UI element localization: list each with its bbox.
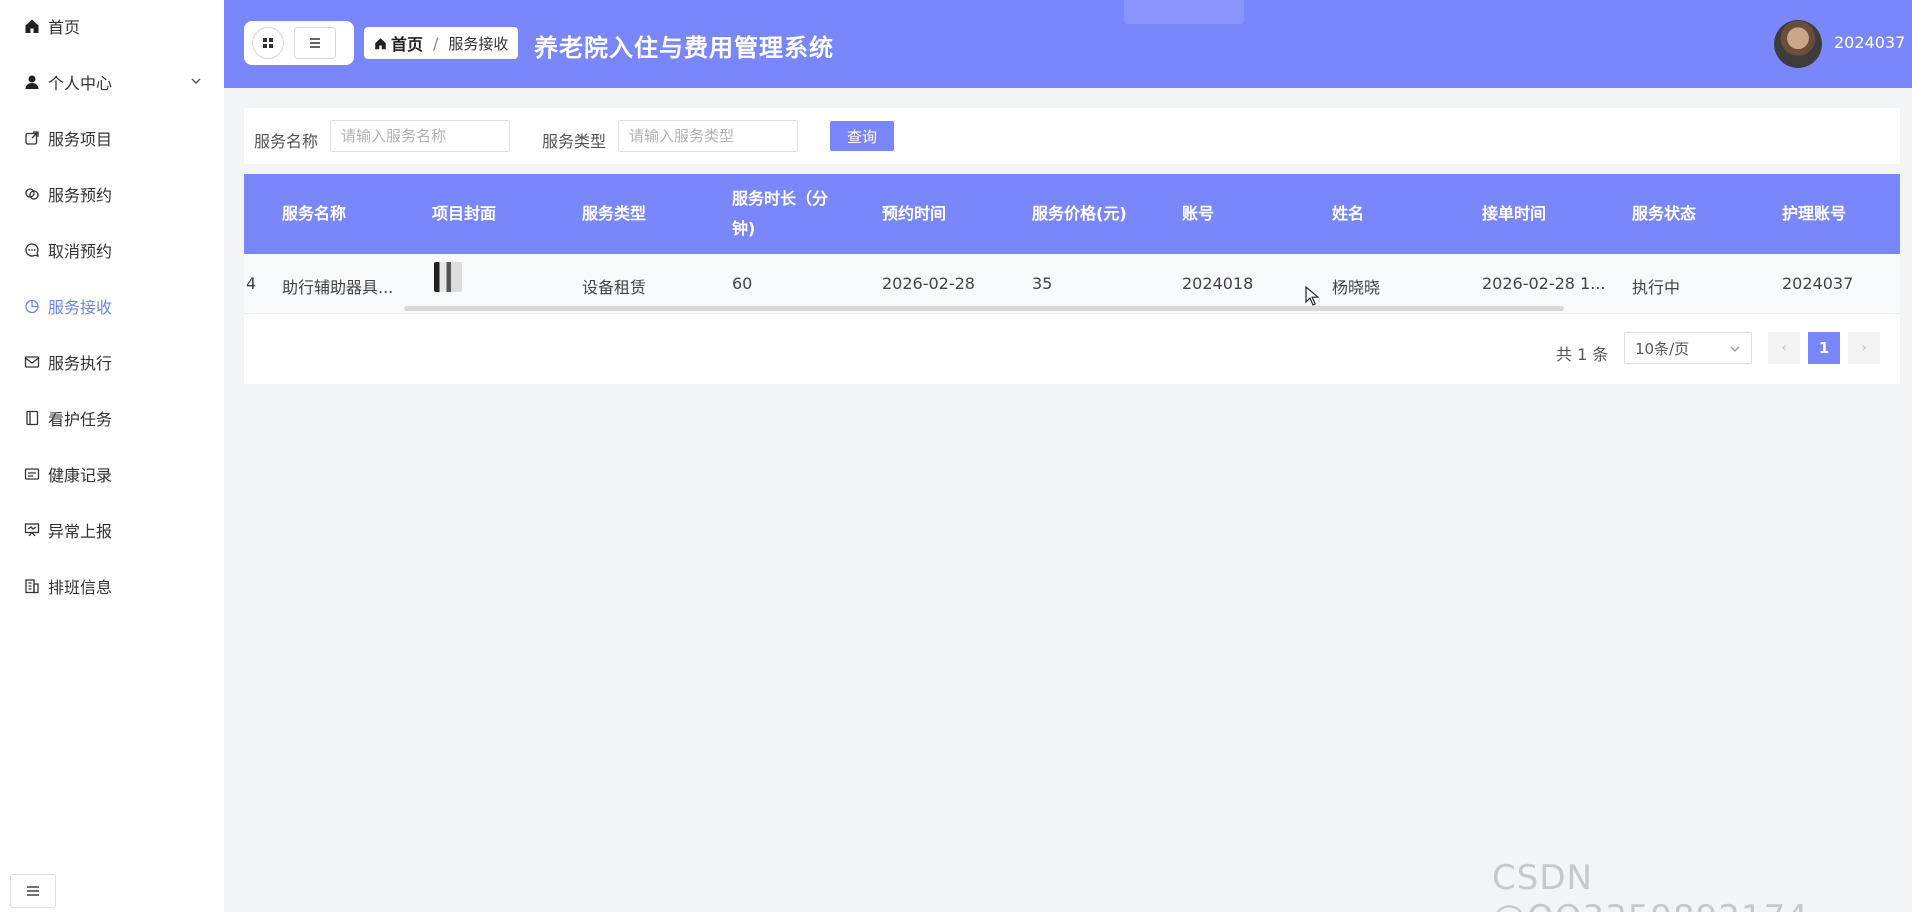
table-header: 服务名称 项目封面 服务类型 服务时长（分钟) 预约时间 服务价格(元) 账号 … bbox=[244, 174, 1900, 254]
column-header-cover: 项目封面 bbox=[432, 204, 497, 223]
cover-thumbnail[interactable] bbox=[434, 262, 462, 292]
breadcrumb-separator: / bbox=[433, 33, 439, 53]
service-type-label: 服务类型 bbox=[542, 132, 607, 151]
sidebar-item-label: 服务接收 bbox=[48, 298, 113, 317]
sidebar-item-label: 排班信息 bbox=[48, 578, 113, 597]
sidebar-item-service-receive[interactable]: 服务接收 bbox=[0, 286, 224, 326]
row-index: 4 bbox=[246, 274, 257, 293]
next-page-button[interactable]: › bbox=[1848, 332, 1880, 364]
chevron-down-icon[interactable] bbox=[190, 75, 202, 87]
office-building-icon bbox=[24, 578, 40, 594]
cell-status: 执行中 bbox=[1632, 278, 1681, 297]
sidebar-item-service-items[interactable]: 服务项目 bbox=[0, 118, 224, 158]
cell-duration: 60 bbox=[732, 274, 753, 293]
hamburger-icon bbox=[310, 38, 320, 48]
column-header-account: 账号 bbox=[1182, 204, 1215, 223]
sidebar-item-label: 首页 bbox=[48, 18, 81, 37]
cell-account: 2024018 bbox=[1182, 274, 1254, 293]
column-header-price: 服务价格(元) bbox=[1032, 204, 1127, 223]
sidebar-item-label: 取消预约 bbox=[48, 242, 113, 261]
export-icon bbox=[24, 130, 40, 146]
cell-nurse-account: 2024037 bbox=[1782, 274, 1854, 293]
page-number-current[interactable]: 1 bbox=[1808, 332, 1840, 364]
sidebar-item-label: 健康记录 bbox=[48, 466, 113, 485]
breadcrumb-home[interactable]: 首页 bbox=[374, 31, 423, 55]
sidebar-item-personal-center[interactable]: 个人中心 bbox=[0, 62, 224, 102]
avatar[interactable] bbox=[1774, 20, 1822, 68]
column-header-duration: 服务时长（分钟) bbox=[732, 189, 829, 238]
service-name-label: 服务名称 bbox=[254, 132, 319, 151]
system-title: 养老院入住与费用管理系统 bbox=[534, 34, 834, 62]
column-header-name: 姓名 bbox=[1332, 204, 1365, 223]
cell-price: 35 bbox=[1032, 274, 1053, 293]
grid-view-button[interactable] bbox=[252, 27, 284, 59]
sidebar-item-label: 服务项目 bbox=[48, 130, 113, 149]
collapse-sidebar-button[interactable] bbox=[10, 874, 56, 908]
horizontal-scrollbar[interactable] bbox=[404, 306, 1564, 311]
toast-shadow bbox=[1124, 0, 1244, 24]
cell-accept-time: 2026-02-28 1... bbox=[1482, 274, 1606, 293]
column-header-status: 服务状态 bbox=[1632, 204, 1697, 223]
notebook-icon bbox=[24, 410, 40, 426]
chat-dots-icon bbox=[24, 242, 40, 258]
pagination: 共 1 条 10条/页 ‹ 1 › bbox=[244, 314, 1900, 384]
sidebar-item-label: 异常上报 bbox=[48, 522, 113, 541]
column-header-accept-time: 接单时间 bbox=[1482, 204, 1547, 223]
mouse-cursor-icon bbox=[1305, 286, 1319, 306]
chevron-down-icon bbox=[1730, 346, 1740, 352]
sidebar-item-home[interactable]: 首页 bbox=[0, 6, 224, 46]
sidebar-item-service-booking[interactable]: 服务预约 bbox=[0, 174, 224, 214]
home-icon bbox=[24, 18, 40, 34]
sidebar-item-label: 服务预约 bbox=[48, 186, 113, 205]
service-type-input[interactable] bbox=[618, 120, 798, 152]
data-table: 服务名称 项目封面 服务类型 服务时长（分钟) 预约时间 服务价格(元) 账号 … bbox=[244, 174, 1900, 384]
cell-booking-time: 2026-02-28 bbox=[882, 274, 975, 293]
username[interactable]: 2024037 bbox=[1834, 33, 1905, 52]
query-button[interactable]: 查询 bbox=[830, 121, 894, 151]
column-header-service-type: 服务类型 bbox=[582, 204, 647, 223]
menu-toggle-button[interactable] bbox=[294, 27, 336, 59]
user-icon bbox=[24, 74, 40, 90]
home-icon bbox=[375, 37, 386, 49]
table-row[interactable]: 4 助行辅助器具... 设备租赁 60 2026-02-28 35 202401… bbox=[244, 254, 1900, 314]
sidebar-item-label: 个人中心 bbox=[48, 74, 113, 93]
column-header-service-name: 服务名称 bbox=[282, 204, 347, 223]
breadcrumb: 首页 / 服务接收 bbox=[364, 27, 519, 59]
search-panel: 服务名称 服务类型 查询 bbox=[244, 108, 1900, 164]
header-button-group bbox=[244, 21, 354, 65]
pie-chart-icon bbox=[24, 298, 40, 314]
presentation-icon bbox=[24, 522, 40, 538]
top-header: 首页 / 服务接收 养老院入住与费用管理系统 2024037 bbox=[224, 0, 1912, 88]
menu-icon bbox=[27, 886, 39, 896]
sidebar-item-service-execute[interactable]: 服务执行 bbox=[0, 342, 224, 382]
sidebar-item-cancel-booking[interactable]: 取消预约 bbox=[0, 230, 224, 270]
sidebar-item-anomaly-report[interactable]: 异常上报 bbox=[0, 510, 224, 550]
cell-service-name: 助行辅助器具... bbox=[282, 278, 394, 297]
sidebar-item-care-tasks[interactable]: 看护任务 bbox=[0, 398, 224, 438]
watermark: CSDN @QQ3359892174 bbox=[1492, 858, 1808, 912]
grid-icon bbox=[263, 38, 273, 48]
link-icon bbox=[24, 186, 40, 202]
breadcrumb-current: 服务接收 bbox=[448, 34, 509, 53]
card-icon bbox=[24, 466, 40, 482]
column-header-nurse-account: 护理账号 bbox=[1782, 204, 1847, 223]
sidebar-item-label: 服务执行 bbox=[48, 354, 113, 373]
service-name-input[interactable] bbox=[330, 120, 510, 152]
column-header-booking-time: 预约时间 bbox=[882, 204, 947, 223]
total-count: 共 1 条 bbox=[1556, 345, 1609, 364]
page-size-value: 10条/页 bbox=[1635, 339, 1690, 358]
sidebar-item-health-records[interactable]: 健康记录 bbox=[0, 454, 224, 494]
breadcrumb-home-label: 首页 bbox=[391, 35, 424, 54]
sidebar-item-label: 看护任务 bbox=[48, 410, 113, 429]
prev-page-button[interactable]: ‹ bbox=[1768, 332, 1800, 364]
sidebar: 首页 个人中心 服务项目 服务预约 取消预约 服务接收 服务执行 看护任务 健康… bbox=[0, 0, 224, 912]
envelope-icon bbox=[24, 354, 40, 370]
page-size-select[interactable]: 10条/页 bbox=[1624, 332, 1752, 364]
cell-service-type: 设备租赁 bbox=[582, 278, 647, 297]
cell-name: 杨晓晓 bbox=[1332, 278, 1381, 297]
sidebar-item-schedule[interactable]: 排班信息 bbox=[0, 566, 224, 606]
